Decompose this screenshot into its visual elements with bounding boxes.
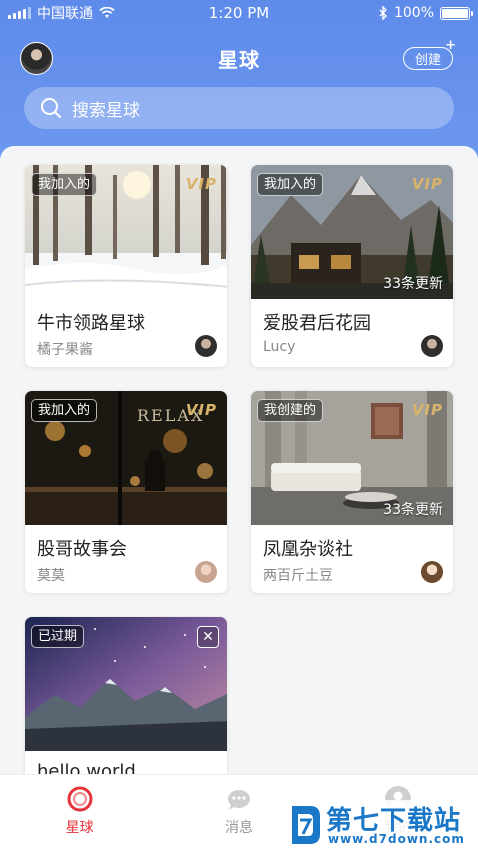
watermark-url: www.d7down.com	[328, 832, 465, 846]
owner-name: Lucy	[263, 339, 296, 355]
cover-image-bar: RELAX 我加入的 VIP	[25, 391, 227, 525]
search-bar[interactable]: 搜索星球	[24, 87, 454, 129]
create-button[interactable]: 创建 +	[403, 38, 456, 70]
search-icon	[41, 98, 61, 118]
vip-badge: VIP	[411, 401, 443, 419]
planet-ring-icon	[66, 785, 94, 813]
battery-icon	[440, 6, 473, 20]
wifi-icon	[99, 7, 115, 18]
watermark-logo-icon	[292, 806, 320, 844]
vip-badge: VIP	[185, 175, 217, 193]
battery-percent: 100%	[393, 5, 434, 21]
planet-grid: 我加入的 VIP 牛市领路星球 橘子果酱 我加入的 VIP 33条更新 爱股君后…	[0, 146, 478, 820]
update-count: 33条更新	[383, 502, 443, 518]
status-bar: 中国联通 1:20 PM 100%	[0, 0, 478, 26]
created-tag: 我创建的	[257, 399, 324, 422]
owner-name: 两百斤土豆	[263, 568, 333, 584]
tab-planet[interactable]: 星球	[0, 775, 159, 850]
owner-name: 橘子果酱	[37, 342, 93, 358]
close-icon[interactable]: ✕	[197, 626, 219, 648]
cover-image-mountain-cabin: 我加入的 VIP 33条更新	[251, 165, 453, 299]
owner-name: 莫莫	[37, 568, 65, 584]
cover-image-snow-forest: 我加入的 VIP	[25, 165, 227, 299]
planet-name: 爱股君后花园	[263, 313, 371, 334]
site-watermark: 第七下载站 www.d7down.com	[282, 800, 478, 850]
vip-badge: VIP	[411, 175, 443, 193]
owner-avatar	[195, 335, 217, 357]
joined-tag: 我加入的	[31, 399, 98, 422]
status-time: 1:20 PM	[208, 4, 270, 22]
search-placeholder: 搜索星球	[72, 100, 140, 121]
bluetooth-icon	[379, 6, 387, 20]
planet-card[interactable]: 我加入的 VIP 牛市领路星球 橘子果酱	[24, 164, 228, 368]
cover-image-starry-mountains: 已过期 ✕	[25, 617, 227, 751]
cover-image-living-room: 我创建的 VIP 33条更新	[251, 391, 453, 525]
owner-avatar	[421, 561, 443, 583]
chat-bubble-icon	[225, 785, 253, 813]
create-label: 创建	[414, 53, 441, 68]
update-count: 33条更新	[383, 276, 443, 292]
tab-label: 消息	[224, 820, 253, 836]
plus-icon: +	[445, 38, 456, 53]
planet-name: 股哥故事会	[37, 539, 127, 560]
planet-card[interactable]: 我加入的 VIP 33条更新 爱股君后花园 Lucy	[250, 164, 454, 368]
joined-tag: 我加入的	[31, 173, 98, 196]
vip-badge: VIP	[185, 401, 217, 419]
signal-icon	[8, 7, 31, 19]
tab-label: 星球	[65, 820, 94, 836]
planet-name: 凤凰杂谈社	[263, 539, 353, 560]
owner-avatar	[195, 561, 217, 583]
carrier-label: 中国联通	[37, 6, 93, 22]
expired-tag: 已过期	[31, 625, 85, 648]
planet-name: 牛市领路星球	[37, 313, 145, 334]
planet-card[interactable]: RELAX 我加入的 VIP 股哥故事会 莫莫	[24, 390, 228, 594]
owner-avatar	[421, 335, 443, 357]
joined-tag: 我加入的	[257, 173, 324, 196]
planet-card[interactable]: 我创建的 VIP 33条更新 凤凰杂谈社 两百斤土豆	[250, 390, 454, 594]
